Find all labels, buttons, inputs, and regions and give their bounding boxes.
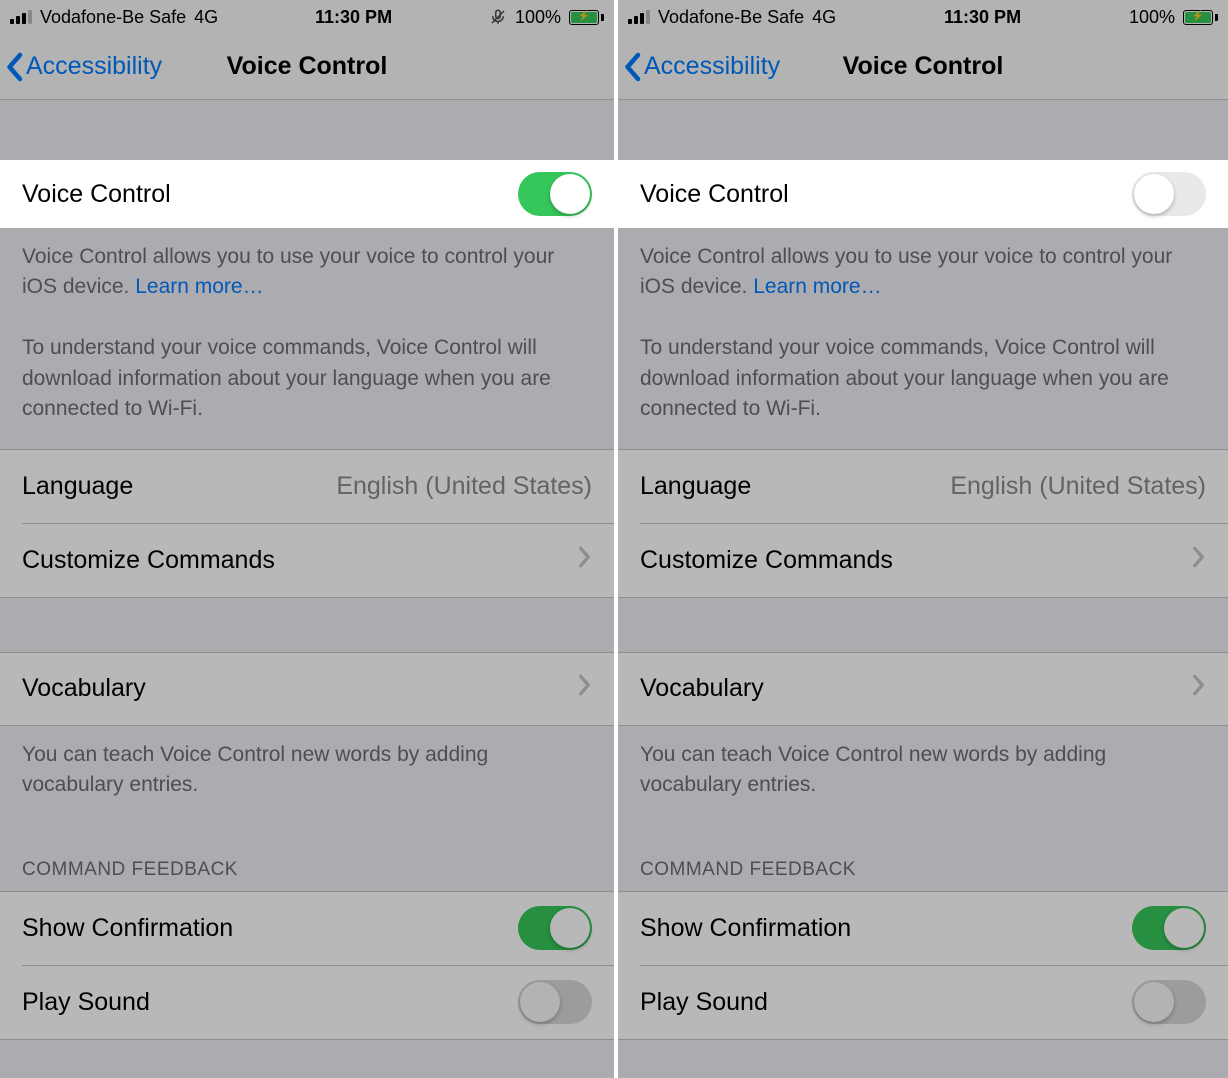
network-label: 4G [812,7,836,28]
language-row[interactable]: Language English (United States) [0,449,614,523]
show-confirmation-toggle[interactable] [1132,906,1206,950]
chevron-right-icon [1192,546,1206,575]
chevron-left-icon [622,52,642,82]
vocabulary-row[interactable]: Vocabulary [0,652,614,726]
chevron-right-icon [578,674,592,703]
network-label: 4G [194,7,218,28]
back-button[interactable]: Accessibility [618,52,780,82]
nav-bar: Accessibility Voice Control [0,34,614,100]
voice-control-label: Voice Control [640,180,789,209]
battery-icon: ⚡ [1183,10,1218,25]
signal-icon [628,10,650,24]
vocabulary-label: Vocabulary [22,674,146,703]
voice-control-description: Voice Control allows you to use your voi… [0,228,614,449]
back-label: Accessibility [26,52,162,81]
voice-control-toggle[interactable] [1132,172,1206,216]
show-confirmation-label: Show Confirmation [22,914,233,943]
vocabulary-footer: You can teach Voice Control new words by… [0,726,614,825]
screenshot-left: Vodafone-Be Safe 4G 11:30 PM 100% ⚡ Acce… [0,0,614,1078]
nav-bar: Accessibility Voice Control [618,34,1228,100]
show-confirmation-row[interactable]: Show Confirmation [0,891,614,965]
voice-control-description: Voice Control allows you to use your voi… [618,228,1228,449]
voice-control-label: Voice Control [22,180,171,209]
chevron-right-icon [578,546,592,575]
chevron-left-icon [4,52,24,82]
chevron-right-icon [1192,674,1206,703]
voice-control-mic-icon [489,8,507,26]
play-sound-toggle[interactable] [518,980,592,1024]
learn-more-link[interactable]: Learn more… [753,275,881,298]
customize-commands-row[interactable]: Customize Commands [0,524,614,598]
vocabulary-row[interactable]: Vocabulary [618,652,1228,726]
battery-pct-label: 100% [1129,7,1175,28]
customize-commands-row[interactable]: Customize Commands [618,524,1228,598]
voice-control-row[interactable]: Voice Control [0,160,614,228]
clock-label: 11:30 PM [944,7,1021,28]
vocabulary-footer: You can teach Voice Control new words by… [618,726,1228,825]
play-sound-row[interactable]: Play Sound [618,966,1228,1040]
customize-commands-label: Customize Commands [22,546,275,575]
show-confirmation-row[interactable]: Show Confirmation [618,891,1228,965]
voice-control-row[interactable]: Voice Control [618,160,1228,228]
voice-control-toggle[interactable] [518,172,592,216]
battery-icon: ⚡ [569,10,604,25]
back-label: Accessibility [644,52,780,81]
play-sound-label: Play Sound [22,988,150,1017]
screenshot-right: Vodafone-Be Safe 4G 11:30 PM 100% ⚡ Acce… [614,0,1228,1078]
command-feedback-header: COMMAND FEEDBACK [618,825,1228,891]
battery-pct-label: 100% [515,7,561,28]
command-feedback-header: COMMAND FEEDBACK [0,825,614,891]
language-value: English (United States) [336,472,592,501]
language-row[interactable]: Language English (United States) [618,449,1228,523]
carrier-label: Vodafone-Be Safe [658,7,804,28]
show-confirmation-toggle[interactable] [518,906,592,950]
signal-icon [10,10,32,24]
status-bar: Vodafone-Be Safe 4G 11:30 PM 100% ⚡ [0,0,614,34]
play-sound-row[interactable]: Play Sound [0,966,614,1040]
clock-label: 11:30 PM [315,7,392,28]
language-label: Language [22,472,133,501]
carrier-label: Vodafone-Be Safe [40,7,186,28]
play-sound-toggle[interactable] [1132,980,1206,1024]
status-bar: Vodafone-Be Safe 4G 11:30 PM 100% ⚡ [618,0,1228,34]
back-button[interactable]: Accessibility [0,52,162,82]
learn-more-link[interactable]: Learn more… [135,275,263,298]
